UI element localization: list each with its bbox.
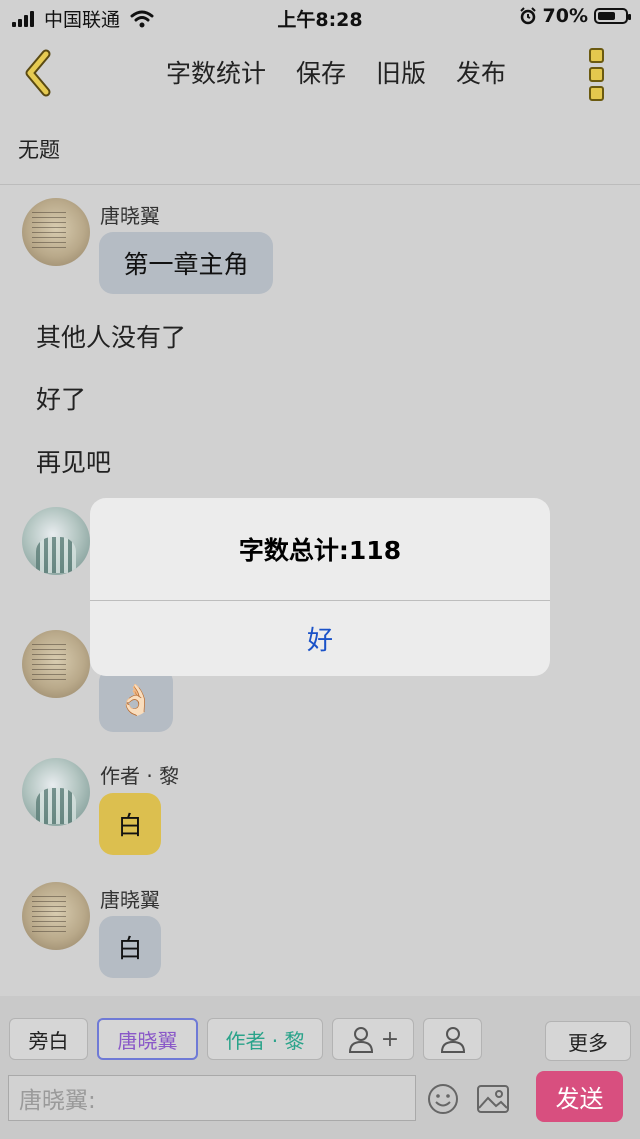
battery-percent: 70%	[542, 5, 588, 27]
avatar[interactable]	[22, 630, 90, 698]
status-right: 70%	[519, 5, 631, 27]
narration-text[interactable]: 再见吧	[36, 443, 111, 479]
message-bubble[interactable]: 白	[99, 793, 161, 855]
role-narrator-chip[interactable]: 旁白	[9, 1018, 88, 1060]
more-button[interactable]: 更多	[545, 1021, 631, 1061]
narration-text[interactable]: 好了	[36, 380, 86, 416]
battery-icon	[594, 8, 631, 24]
sender-name: 唐晓翼	[100, 204, 160, 228]
nav-actions: 字数统计 保存 旧版 发布	[166, 54, 506, 90]
message-bubble[interactable]: 👌🏻	[99, 668, 173, 732]
person-add-icon	[348, 1027, 373, 1053]
add-role-button[interactable]: +	[332, 1018, 414, 1060]
add-role-plus: +	[380, 1026, 400, 1052]
image-icon[interactable]	[476, 1084, 510, 1114]
old-version-button[interactable]: 旧版	[376, 54, 426, 90]
publish-button[interactable]: 发布	[456, 54, 506, 90]
word-count-button[interactable]: 字数统计	[166, 54, 266, 90]
message-bubble[interactable]: 第一章主角	[99, 232, 273, 294]
story-title[interactable]: 无题	[18, 134, 60, 164]
story-title-bar[interactable]: 无题	[0, 116, 640, 185]
avatar[interactable]	[22, 758, 90, 826]
sender-name: 唐晓翼	[100, 888, 160, 912]
role-tangxiaoyi-chip[interactable]: 唐晓翼	[97, 1018, 198, 1060]
role-author-chip[interactable]: 作者 · 黎	[207, 1018, 323, 1060]
role-list-button[interactable]	[423, 1018, 482, 1060]
alarm-icon	[519, 7, 536, 25]
input-panel: 旁白 唐晓翼 作者 · 黎 + 更多 唐晓翼: 发送	[0, 996, 640, 1139]
more-vertical-icon[interactable]	[589, 48, 604, 101]
emoji-icon[interactable]	[426, 1082, 460, 1116]
nav-bar: 字数统计 保存 旧版 发布	[0, 40, 640, 106]
send-button[interactable]: 发送	[536, 1071, 623, 1122]
narration-text[interactable]: 其他人没有了	[36, 318, 186, 354]
message-bubble[interactable]: 白	[99, 916, 161, 978]
dialog-ok-button[interactable]: 好	[90, 601, 550, 676]
avatar[interactable]	[22, 198, 90, 266]
avatar[interactable]	[22, 507, 90, 575]
dialog-message: 字数总计:118	[90, 498, 550, 601]
back-chevron-icon[interactable]	[18, 48, 62, 98]
status-bar: 中国联通 上午8:28 70%	[0, 0, 640, 36]
avatar[interactable]	[22, 882, 90, 950]
person-icon	[440, 1027, 465, 1053]
save-button[interactable]: 保存	[296, 54, 346, 90]
sender-name: 作者 · 黎	[100, 764, 180, 788]
word-count-dialog: 字数总计:118 好	[90, 498, 550, 676]
message-input[interactable]: 唐晓翼:	[8, 1075, 416, 1121]
